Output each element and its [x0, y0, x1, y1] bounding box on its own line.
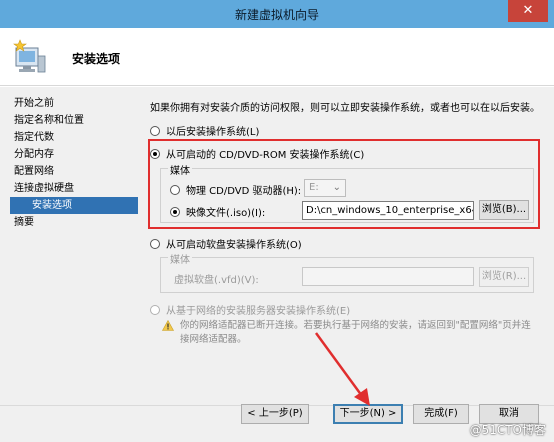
- radio-install-from-floppy-label: 从可启动软盘安装操作系统(O): [166, 240, 302, 251]
- nav-item-memory[interactable]: 分配内存: [10, 146, 138, 163]
- radio-install-from-floppy[interactable]: 从可启动软盘安装操作系统(O): [150, 236, 302, 251]
- radio-install-from-dvd[interactable]: 从可启动的 CD/DVD-ROM 安装操作系统(C): [150, 146, 364, 161]
- vfd-label: 虚拟软盘(.vfd)(V):: [174, 275, 259, 286]
- wizard-header: 安装选项: [0, 28, 554, 86]
- intro-text: 如果你拥有对安装介质的访问权限，则可以立即安装操作系统，或者也可以在以后安装。: [150, 103, 540, 114]
- radio-install-later-label: 以后安装操作系统(L): [166, 127, 260, 138]
- radio-indicator[interactable]: [150, 238, 160, 249]
- iso-path-input[interactable]: D:\cn_windows_10_enterprise_x64: [302, 201, 474, 220]
- next-button[interactable]: 下一步(N) >: [333, 404, 403, 424]
- physical-drive-select[interactable]: E: ⌄: [304, 179, 346, 197]
- nav-item-install-options[interactable]: 安装选项: [10, 197, 138, 214]
- radio-indicator-selected[interactable]: [150, 148, 160, 159]
- wizard-steps-nav: 开始之前 指定名称和位置 指定代数 分配内存 配置网络 连接虚拟硬盘 安装选项 …: [10, 95, 138, 231]
- physical-drive-value: E:: [309, 182, 319, 193]
- radio-install-later[interactable]: 以后安装操作系统(L): [150, 123, 259, 138]
- page-title: 安装选项: [72, 52, 121, 66]
- wizard-body: 开始之前 指定名称和位置 指定代数 分配内存 配置网络 连接虚拟硬盘 安装选项 …: [0, 87, 554, 442]
- chevron-down-icon: ⌄: [332, 182, 341, 193]
- nav-item-networking[interactable]: 配置网络: [10, 163, 138, 180]
- warning-icon: [162, 320, 174, 331]
- dvd-media-group-label: 媒体: [168, 162, 192, 177]
- window-title: 新建虚拟机向导: [234, 8, 319, 22]
- browse-vfd-button[interactable]: 浏览(R)...: [479, 267, 529, 287]
- radio-install-from-dvd-label: 从可启动的 CD/DVD-ROM 安装操作系统(C): [166, 150, 365, 161]
- radio-indicator[interactable]: [150, 125, 160, 136]
- nav-item-generation[interactable]: 指定代数: [10, 129, 138, 146]
- floppy-media-group-label: 媒体: [168, 251, 192, 266]
- vfd-path-input[interactable]: [302, 267, 474, 286]
- radio-indicator[interactable]: [170, 184, 180, 195]
- radio-indicator-selected[interactable]: [170, 206, 180, 217]
- finish-button[interactable]: 完成(F): [413, 404, 469, 424]
- nav-item-name-location[interactable]: 指定名称和位置: [10, 112, 138, 129]
- new-vm-wizard-icon: [13, 39, 46, 73]
- radio-install-from-network[interactable]: 从基于网络的安装服务器安装操作系统(E): [150, 302, 350, 317]
- radio-iso-file-label: 映像文件(.iso)(I):: [186, 208, 266, 219]
- watermark: @51CTO博客: [469, 423, 546, 437]
- radio-physical-drive-label: 物理 CD/DVD 驱动器(H):: [186, 186, 302, 197]
- nav-item-summary[interactable]: 摘要: [10, 214, 138, 231]
- radio-physical-drive[interactable]: 物理 CD/DVD 驱动器(H):: [170, 182, 301, 197]
- network-warning-text: 你的网络适配器已断开连接。若要执行基于网络的安装，请返回到"配置网络"页并连接网…: [180, 320, 531, 345]
- title-bar: 新建虚拟机向导 ✕: [0, 0, 554, 28]
- close-button[interactable]: ✕: [508, 0, 548, 22]
- previous-button[interactable]: < 上一步(P): [241, 404, 309, 424]
- radio-install-from-network-label: 从基于网络的安装服务器安装操作系统(E): [166, 306, 351, 317]
- radio-indicator[interactable]: [150, 304, 160, 315]
- radio-iso-file[interactable]: 映像文件(.iso)(I):: [170, 204, 265, 219]
- nav-item-before-you-begin[interactable]: 开始之前: [10, 95, 138, 112]
- nav-item-virtual-disk[interactable]: 连接虚拟硬盘: [10, 180, 138, 197]
- browse-iso-button[interactable]: 浏览(B)...: [479, 200, 529, 220]
- install-options-panel: 如果你拥有对安装介质的访问权限，则可以立即安装操作系统，或者也可以在以后安装。 …: [148, 87, 548, 387]
